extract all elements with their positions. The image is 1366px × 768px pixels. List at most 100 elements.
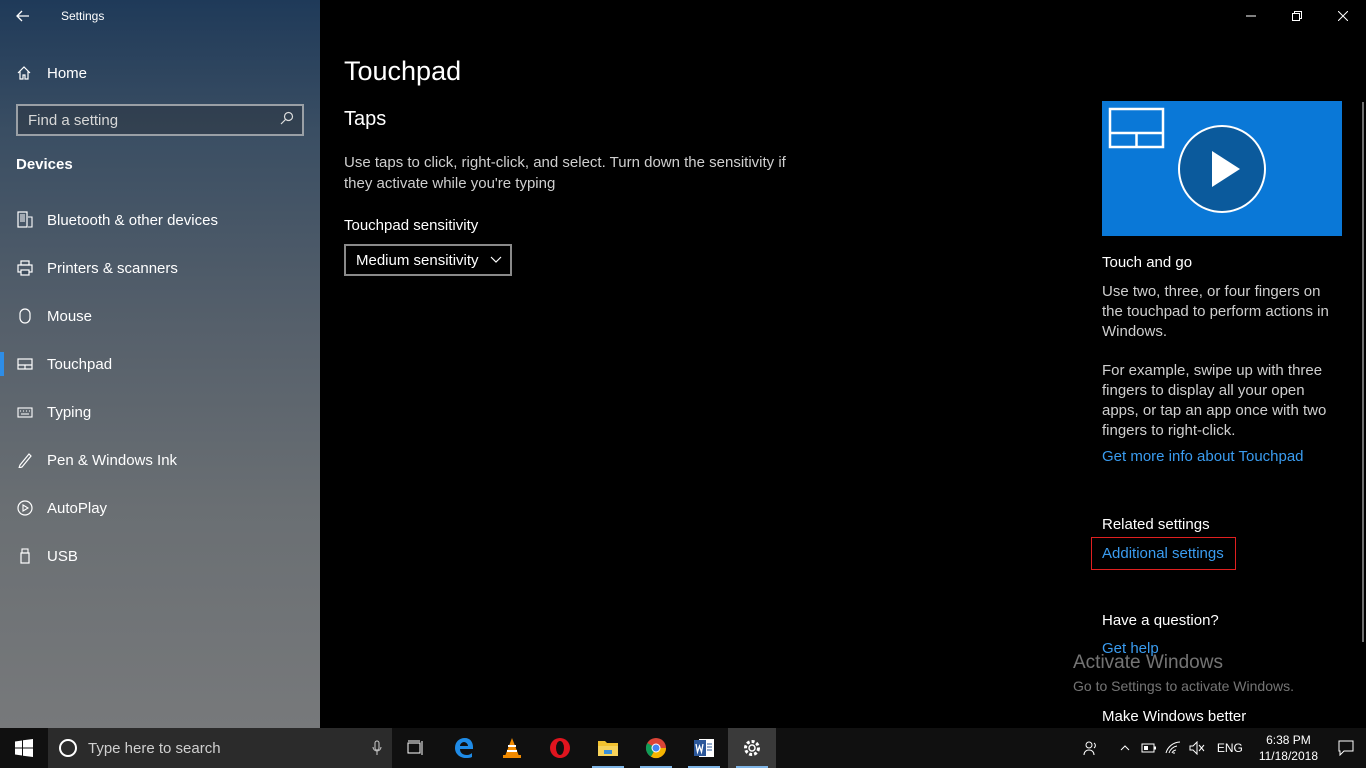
battery-icon[interactable] bbox=[1137, 728, 1161, 768]
taps-heading: Taps bbox=[344, 108, 387, 130]
sidebar-item-label: Touchpad bbox=[47, 355, 113, 373]
settings-search-input[interactable] bbox=[28, 111, 280, 129]
taskbar-app-word[interactable] bbox=[680, 728, 728, 768]
taskbar-app-explorer[interactable] bbox=[584, 728, 632, 768]
sensitivity-value: Medium sensitivity bbox=[356, 251, 479, 269]
sidebar-item-label: Mouse bbox=[47, 307, 93, 325]
volume-muted-icon[interactable] bbox=[1185, 728, 1209, 768]
taskbar-app-edge[interactable] bbox=[440, 728, 488, 768]
additional-settings-link[interactable]: Additional settings bbox=[1091, 537, 1236, 570]
touch-and-go-video[interactable] bbox=[1102, 101, 1342, 236]
task-view-button[interactable] bbox=[392, 728, 440, 768]
sidebar-item-bluetooth[interactable]: Bluetooth & other devices bbox=[0, 196, 320, 244]
taskbar: ENG 6:38 PM 11/18/2018 bbox=[0, 728, 1366, 768]
notification-icon bbox=[1338, 740, 1354, 756]
opera-icon bbox=[550, 738, 570, 758]
sidebar: Settings Home Devices Bluetooth & other … bbox=[0, 0, 320, 728]
bluetooth-devices-icon bbox=[16, 211, 34, 229]
clock[interactable]: 6:38 PM 11/18/2018 bbox=[1259, 732, 1318, 764]
home-icon bbox=[16, 65, 34, 81]
home-label: Home bbox=[47, 64, 88, 82]
file-explorer-icon bbox=[598, 741, 618, 756]
watermark-title: Activate Windows bbox=[1073, 652, 1223, 673]
system-tray: ENG 6:38 PM 11/18/2018 bbox=[1079, 728, 1366, 768]
chevron-down-icon bbox=[490, 256, 502, 263]
taskbar-search[interactable] bbox=[48, 728, 392, 768]
clock-date: 11/18/2018 bbox=[1258, 749, 1318, 763]
taskbar-app-settings[interactable] bbox=[728, 728, 776, 768]
close-icon bbox=[1338, 11, 1348, 21]
titlebar: Settings bbox=[0, 0, 320, 32]
settings-icon bbox=[744, 740, 760, 756]
section-title: Devices bbox=[16, 156, 73, 173]
device-nav: Bluetooth & other devices Printers & sca… bbox=[0, 196, 320, 580]
sidebar-item-printers[interactable]: Printers & scanners bbox=[0, 244, 320, 292]
keyboard-icon bbox=[16, 403, 34, 421]
make-windows-better-heading: Make Windows better bbox=[1102, 708, 1247, 725]
sidebar-item-label: Printers & scanners bbox=[47, 259, 178, 277]
mouse-icon bbox=[16, 307, 34, 325]
home-nav-item[interactable]: Home bbox=[0, 56, 320, 90]
sidebar-item-typing[interactable]: Typing bbox=[0, 388, 320, 436]
sensitivity-dropdown[interactable]: Medium sensitivity bbox=[344, 244, 512, 276]
cortana-icon bbox=[59, 739, 77, 757]
touchpad-icon bbox=[16, 355, 34, 373]
word-icon bbox=[694, 739, 714, 757]
more-info-link[interactable]: Get more info about Touchpad bbox=[1102, 448, 1304, 465]
taskbar-app-opera[interactable] bbox=[536, 728, 584, 768]
sidebar-item-label: Typing bbox=[47, 403, 92, 421]
action-center-button[interactable] bbox=[1326, 728, 1366, 768]
restore-button[interactable] bbox=[1274, 0, 1320, 32]
vlc-icon bbox=[503, 738, 521, 758]
taps-description: Use taps to click, right-click, and sele… bbox=[344, 154, 786, 192]
sidebar-item-label: AutoPlay bbox=[47, 499, 108, 517]
related-settings-heading: Related settings bbox=[1102, 516, 1210, 533]
usb-icon bbox=[16, 547, 34, 565]
taskbar-search-input[interactable] bbox=[88, 739, 372, 757]
sidebar-item-usb[interactable]: USB bbox=[0, 532, 320, 580]
back-button[interactable] bbox=[0, 0, 46, 32]
touch-and-go-heading: Touch and go bbox=[1102, 254, 1193, 271]
windows-logo-icon bbox=[15, 739, 33, 757]
sidebar-item-label: Pen & Windows Ink bbox=[47, 451, 178, 469]
question-heading: Have a question? bbox=[1102, 612, 1219, 629]
watermark-subtitle: Go to Settings to activate Windows. bbox=[1073, 678, 1294, 694]
printer-icon bbox=[16, 259, 34, 277]
task-view-icon bbox=[407, 740, 423, 755]
chrome-icon bbox=[645, 738, 667, 759]
minimize-button[interactable] bbox=[1228, 0, 1274, 32]
microphone-icon[interactable] bbox=[372, 740, 382, 756]
activation-watermark: Activate Windows Go to Settings to activ… bbox=[1073, 652, 1294, 694]
sidebar-item-label: Bluetooth & other devices bbox=[47, 211, 218, 229]
touch-and-go-text: Use two, three, or four fingers on the t… bbox=[1102, 283, 1329, 340]
sidebar-item-autoplay[interactable]: AutoPlay bbox=[0, 484, 320, 532]
settings-search-box[interactable] bbox=[16, 104, 304, 136]
wifi-icon[interactable] bbox=[1161, 728, 1185, 768]
language-indicator[interactable]: ENG bbox=[1217, 741, 1243, 755]
sidebar-item-mouse[interactable]: Mouse bbox=[0, 292, 320, 340]
taskbar-app-chrome[interactable] bbox=[632, 728, 680, 768]
sidebar-item-pen[interactable]: Pen & Windows Ink bbox=[0, 436, 320, 484]
minimize-icon bbox=[1246, 15, 1256, 17]
video-thumbnail-icon bbox=[1108, 107, 1266, 213]
autoplay-icon bbox=[16, 499, 34, 517]
start-button[interactable] bbox=[0, 728, 48, 768]
edge-icon bbox=[455, 738, 473, 758]
settings-window: Settings Home Devices Bluetooth & other … bbox=[0, 0, 1366, 728]
chevron-up-icon[interactable] bbox=[1113, 728, 1137, 768]
page-title: Touchpad bbox=[344, 56, 462, 86]
search-icon[interactable] bbox=[280, 111, 294, 130]
app-title: Settings bbox=[61, 9, 105, 23]
main-content: Touchpad Taps Use taps to click, right-c… bbox=[320, 0, 1366, 728]
touch-and-go-example: For example, swipe up with three fingers… bbox=[1102, 362, 1327, 439]
clock-time: 6:38 PM bbox=[1266, 733, 1311, 747]
people-icon[interactable] bbox=[1079, 728, 1103, 768]
pen-icon bbox=[16, 451, 34, 469]
sidebar-item-label: USB bbox=[47, 547, 78, 565]
taskbar-app-vlc[interactable] bbox=[488, 728, 536, 768]
restore-icon bbox=[1292, 11, 1302, 21]
scrollbar[interactable] bbox=[1362, 102, 1364, 642]
sensitivity-label: Touchpad sensitivity bbox=[344, 217, 479, 234]
close-button[interactable] bbox=[1320, 0, 1366, 32]
sidebar-item-touchpad[interactable]: Touchpad bbox=[0, 340, 320, 388]
